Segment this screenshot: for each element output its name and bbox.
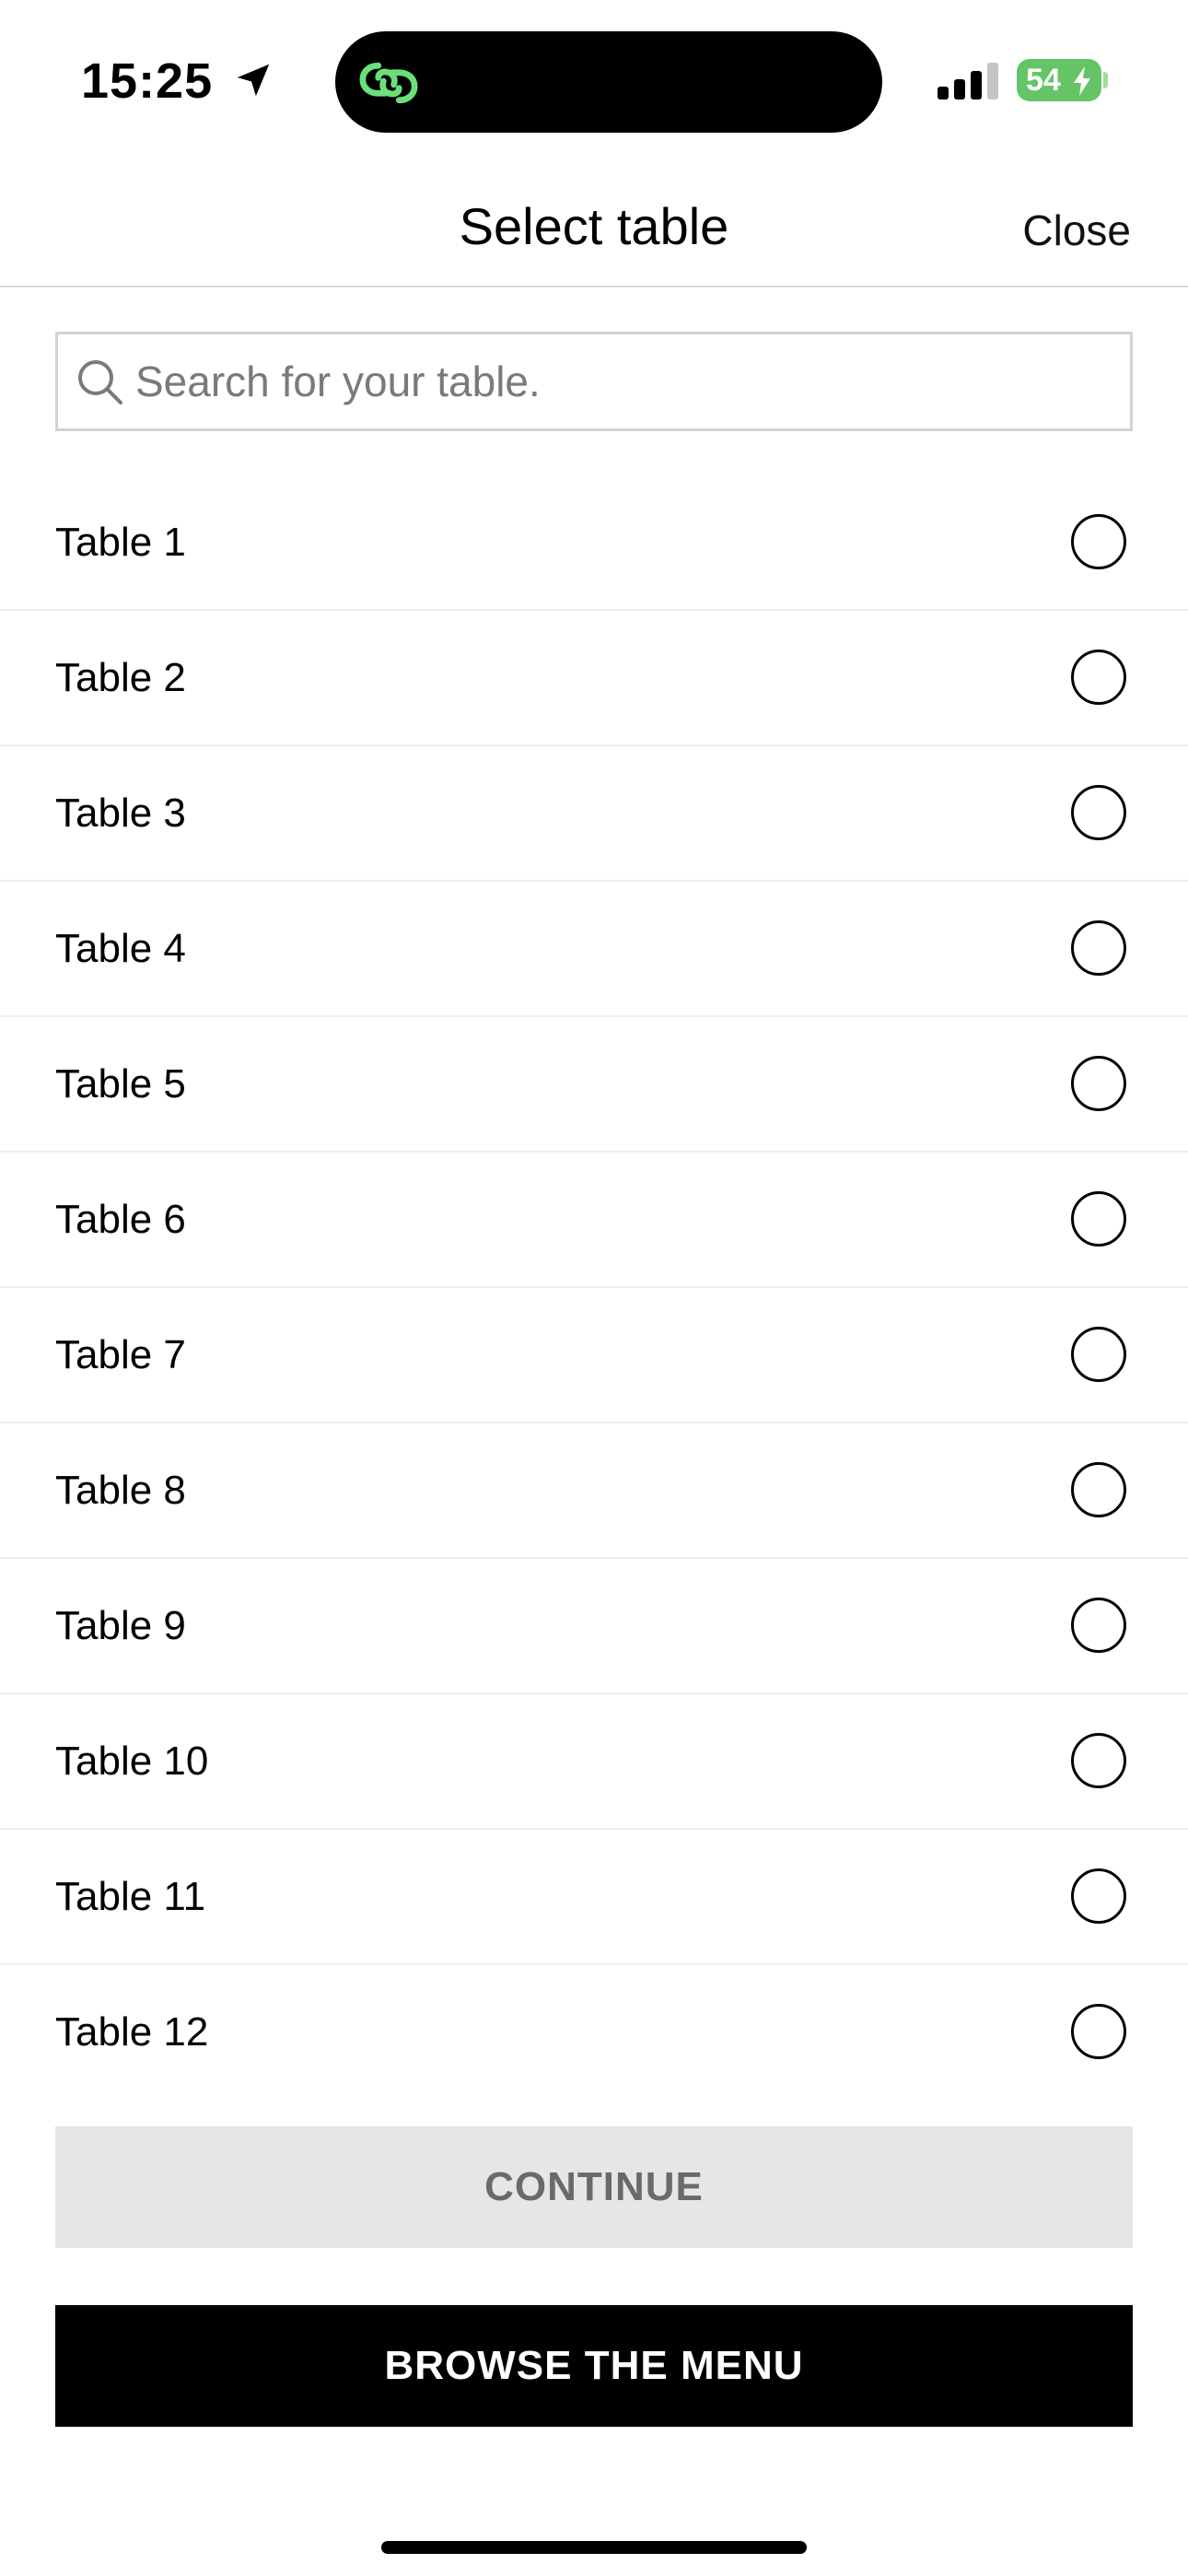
table-row[interactable]: Table 2 [0, 611, 1188, 746]
table-label: Table 6 [55, 1197, 186, 1242]
table-label: Table 12 [55, 2009, 209, 2055]
radio-button[interactable] [1071, 920, 1126, 976]
table-label: Table 3 [55, 790, 186, 836]
table-row[interactable]: Table 6 [0, 1153, 1188, 1288]
location-arrow-icon [237, 64, 270, 97]
battery-level: 54 [1026, 63, 1061, 98]
battery-charging-icon [1074, 66, 1090, 96]
table-label: Table 4 [55, 926, 186, 971]
table-label: Table 10 [55, 1739, 209, 1784]
radio-button[interactable] [1071, 1327, 1126, 1382]
table-label: Table 11 [55, 1874, 206, 1919]
header: Select table Close [0, 166, 1188, 287]
radio-button[interactable] [1071, 650, 1126, 705]
table-row[interactable]: Table 5 [0, 1017, 1188, 1153]
table-label: Table 2 [55, 655, 186, 700]
table-row[interactable]: Table 11 [0, 1830, 1188, 1965]
table-row[interactable]: Table 1 [0, 475, 1188, 611]
battery-cap [1103, 72, 1108, 88]
radio-button[interactable] [1071, 1462, 1126, 1517]
table-row[interactable]: Table 8 [0, 1423, 1188, 1559]
search-input[interactable] [135, 334, 1112, 428]
table-label: Table 8 [55, 1468, 186, 1513]
link-icon [359, 62, 418, 104]
table-label: Table 9 [55, 1603, 186, 1648]
table-row[interactable]: Table 10 [0, 1694, 1188, 1830]
radio-button[interactable] [1071, 1733, 1126, 1788]
table-label: Table 1 [55, 520, 186, 565]
radio-button[interactable] [1071, 1056, 1126, 1111]
status-time: 15:25 [81, 53, 214, 109]
search-icon [78, 360, 122, 404]
radio-button[interactable] [1071, 785, 1126, 840]
signal-bars-icon [938, 63, 998, 100]
home-indicator [381, 2541, 807, 2554]
radio-button[interactable] [1071, 1191, 1126, 1247]
table-row[interactable]: Table 4 [0, 882, 1188, 1017]
page-title: Select table [459, 197, 729, 255]
status-bar: 15:25 54 [0, 0, 1188, 166]
continue-button[interactable]: CONTINUE [55, 2126, 1133, 2248]
table-list: Table 1 Table 2 Table 3 Table 4 Table 5 … [0, 475, 1188, 2101]
radio-button[interactable] [1071, 1868, 1126, 1924]
radio-button[interactable] [1071, 2004, 1126, 2059]
table-label: Table 7 [55, 1332, 186, 1377]
browse-menu-button[interactable]: BROWSE THE MENU [55, 2305, 1133, 2427]
search-box[interactable] [55, 332, 1133, 431]
radio-button[interactable] [1071, 1598, 1126, 1653]
table-row[interactable]: Table 3 [0, 746, 1188, 882]
table-row[interactable]: Table 7 [0, 1288, 1188, 1423]
table-row[interactable]: Table 9 [0, 1559, 1188, 1694]
radio-button[interactable] [1071, 514, 1126, 569]
close-button[interactable]: Close [1022, 201, 1131, 260]
table-row[interactable]: Table 12 [0, 1965, 1188, 2101]
table-label: Table 5 [55, 1061, 186, 1107]
